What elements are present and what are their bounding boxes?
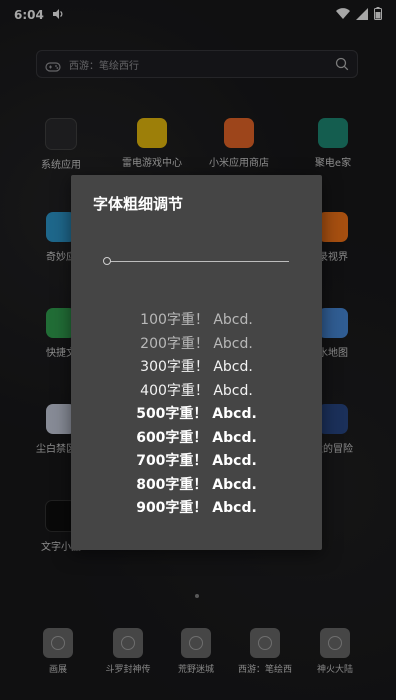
weight-sample-600: 600字重！ Abcd. [136, 429, 257, 446]
weight-sample-100: 100字重！ Abcd. [140, 312, 253, 328]
weight-sample-200: 200字重！ Abcd. [140, 335, 253, 352]
weight-sample-700: 700字重！ Abcd. [136, 453, 257, 469]
weight-sample-800: 800字重！ Abcd. [136, 476, 257, 493]
font-weight-slider[interactable] [103, 255, 289, 269]
slider-track[interactable] [107, 261, 289, 262]
weight-samples: 100字重！ Abcd. 200字重！ Abcd. 300字重！ Abcd. 4… [71, 309, 322, 521]
weight-sample-500: 500字重！ Abcd. [136, 406, 257, 422]
weight-sample-900: 900字重！ Abcd. [136, 500, 257, 516]
font-weight-dialog: 字体粗细调节 100字重！ Abcd. 200字重！ Abcd. 300字重！ … [71, 175, 322, 550]
dialog-title: 字体粗细调节 [93, 195, 184, 213]
slider-thumb[interactable] [103, 257, 111, 265]
weight-sample-400: 400字重！ Abcd. [140, 382, 253, 399]
weight-sample-300: 300字重！ Abcd. [140, 359, 253, 375]
